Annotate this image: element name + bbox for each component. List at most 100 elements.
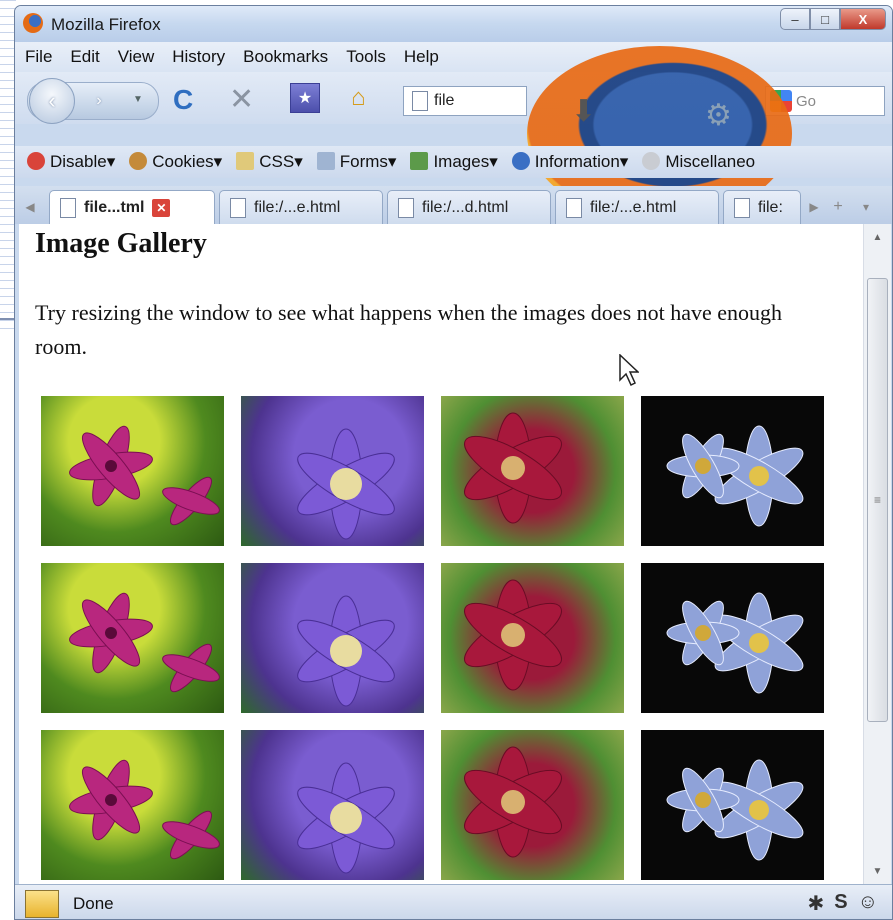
tab-bar: ◀ file...tml ✕ file:/...e.html file:/...…	[15, 186, 892, 224]
s-icon[interactable]: S	[834, 891, 847, 916]
css-menu[interactable]: CSS▾	[236, 152, 303, 172]
gear-icon: ⚙	[705, 99, 732, 132]
url-value: file	[434, 92, 455, 109]
status-text: Done	[73, 893, 114, 913]
information-icon	[511, 152, 530, 170]
cookies-menu[interactable]: Cookies▾	[129, 152, 222, 172]
home-button[interactable]: ⌂	[351, 84, 366, 112]
bookmark-star-icon[interactable]: ★	[290, 83, 320, 113]
status-icon	[25, 889, 59, 918]
menu-view[interactable]: View	[118, 47, 155, 67]
maximize-button[interactable]: □	[810, 8, 840, 30]
vertical-scrollbar[interactable]: ▲ ≡ ▼	[863, 224, 891, 884]
image-gallery	[41, 396, 824, 880]
web-developer-toolbar: Disable▾ Cookies▾ CSS▾ Forms▾ Images▾ In…	[15, 146, 892, 178]
search-placeholder: Go	[796, 92, 817, 110]
purple-clematis-image[interactable]	[241, 563, 424, 713]
page-icon	[230, 197, 246, 218]
window-title: Mozilla Firefox	[51, 15, 161, 34]
menu-bar: File Edit View History Bookmarks Tools H…	[15, 42, 892, 72]
url-bar[interactable]: file	[403, 86, 527, 116]
miscellaneous-menu[interactable]: Miscellaneo	[642, 152, 755, 172]
page-icon	[412, 91, 428, 111]
history-dropdown-icon[interactable]: ▼	[133, 94, 143, 105]
firefox-window: Mozilla Firefox – □ X File Edit View His…	[14, 5, 893, 920]
disable-label: Disable	[50, 152, 107, 171]
blue-clematis-image[interactable]	[641, 563, 824, 713]
tab-scroll-right-icon[interactable]: ▶	[803, 192, 825, 222]
tab-scroll-left-icon[interactable]: ◀	[19, 192, 41, 222]
menu-history[interactable]: History	[172, 47, 225, 67]
tab-label: file:/...e.html	[254, 198, 341, 216]
images-menu[interactable]: Images▾	[410, 152, 498, 172]
menu-bookmarks[interactable]: Bookmarks	[243, 47, 328, 67]
menu-file[interactable]: File	[25, 47, 52, 67]
red-clematis-image[interactable]	[441, 396, 624, 546]
page-icon	[60, 197, 76, 218]
page-icon	[566, 197, 582, 218]
window-controls: – □ X	[780, 8, 886, 30]
miscellaneous-label: Miscellaneo	[665, 152, 756, 171]
tab-label: file:/...e.html	[590, 198, 677, 216]
status-icons: ✱ S ☺	[807, 891, 878, 916]
pink-lily-image[interactable]	[41, 396, 224, 546]
back-button[interactable]: ‹	[29, 78, 75, 124]
page-icon	[398, 197, 414, 218]
firefox-logo-icon	[23, 13, 43, 33]
purple-clematis-image[interactable]	[241, 730, 424, 880]
cookies-icon	[129, 152, 148, 170]
tab-label: file...tml	[84, 198, 145, 216]
red-clematis-image[interactable]	[441, 730, 624, 880]
page-icon	[734, 197, 750, 218]
css-label: CSS	[259, 152, 295, 171]
tab-3[interactable]: file:/...d.html	[387, 190, 551, 224]
forward-button[interactable]: ›	[85, 88, 113, 114]
miscellaneous-icon	[642, 152, 661, 170]
disable-menu[interactable]: Disable▾	[27, 152, 115, 172]
title-bar[interactable]: Mozilla Firefox – □ X	[15, 6, 892, 42]
css-icon	[236, 152, 255, 170]
tab-close-icon[interactable]: ✕	[152, 198, 171, 217]
tab-list-icon[interactable]: ▾	[855, 192, 877, 222]
red-clematis-image[interactable]	[441, 563, 624, 713]
purple-clematis-image[interactable]	[241, 396, 424, 546]
menu-tools[interactable]: Tools	[346, 47, 386, 67]
tab-1[interactable]: file...tml ✕	[49, 190, 215, 224]
scroll-down-icon[interactable]: ▼	[864, 858, 891, 884]
page-paragraph: Try resizing the window to see what happ…	[35, 300, 783, 359]
blue-clematis-image[interactable]	[641, 396, 824, 546]
forms-label: Forms	[339, 152, 388, 171]
menu-edit[interactable]: Edit	[70, 47, 99, 67]
download-arrow-icon: ⬇	[571, 95, 597, 128]
minimize-button[interactable]: –	[780, 8, 810, 30]
blue-clematis-image[interactable]	[641, 730, 824, 880]
scrollbar-thumb[interactable]: ≡	[867, 278, 888, 722]
images-label: Images	[433, 152, 490, 171]
tab-label: file:/...d.html	[422, 198, 509, 216]
smiley-icon[interactable]: ☺	[858, 891, 878, 916]
images-icon	[410, 152, 429, 170]
bug-icon[interactable]: ✱	[807, 891, 824, 916]
status-bar: Done ✱ S ☺	[15, 884, 892, 919]
pink-lily-image[interactable]	[41, 730, 224, 880]
information-label: Information	[534, 152, 620, 171]
pink-lily-image[interactable]	[41, 563, 224, 713]
tab-label: file:	[758, 198, 783, 216]
forms-menu[interactable]: Forms▾	[316, 152, 396, 172]
menu-help[interactable]: Help	[404, 47, 439, 67]
cookies-label: Cookies	[152, 152, 214, 171]
forms-icon	[316, 152, 335, 170]
close-button[interactable]: X	[840, 8, 886, 30]
new-tab-icon[interactable]: +	[827, 192, 849, 222]
information-menu[interactable]: Information▾	[511, 152, 628, 172]
page-heading: Image Gallery	[35, 228, 207, 259]
stop-button[interactable]: ✕	[229, 82, 254, 117]
mouse-cursor-icon	[619, 354, 639, 387]
tab-4[interactable]: file:/...e.html	[555, 190, 719, 224]
disable-icon	[27, 152, 45, 170]
scroll-up-icon[interactable]: ▲	[864, 224, 891, 250]
tab-5[interactable]: file:	[723, 190, 801, 224]
reload-button[interactable]: C	[173, 84, 193, 116]
tab-2[interactable]: file:/...e.html	[219, 190, 383, 224]
page-content: Image Gallery Try resizing the window to…	[19, 224, 863, 884]
